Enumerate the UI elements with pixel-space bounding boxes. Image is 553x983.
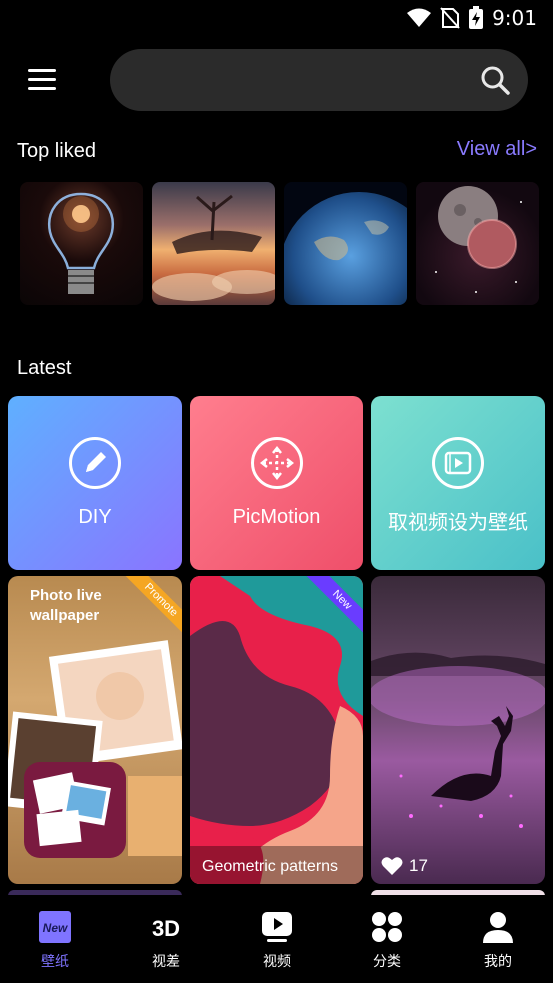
menu-button[interactable] bbox=[26, 67, 60, 93]
svg-text:New: New bbox=[43, 921, 68, 935]
latest-title: Latest bbox=[17, 357, 72, 379]
wallpaper-thumb-floating-islands[interactable] bbox=[152, 182, 275, 305]
video-wallpaper-tile[interactable]: 取视频设为壁纸 bbox=[371, 396, 545, 570]
deer-wallpaper-card[interactable]: 17 bbox=[371, 576, 545, 884]
earth-image bbox=[284, 192, 407, 305]
play-video-icon bbox=[262, 912, 292, 942]
planets-image bbox=[435, 186, 522, 293]
tab-parallax-label: 视差 bbox=[152, 953, 180, 969]
tab-video[interactable]: 视频 bbox=[237, 909, 317, 971]
tab-video-label: 视频 bbox=[263, 953, 291, 969]
wifi-icon bbox=[407, 8, 432, 27]
picmotion-tile[interactable]: PicMotion bbox=[190, 396, 363, 570]
geometric-image bbox=[190, 576, 363, 884]
tab-category-label: 分类 bbox=[373, 953, 401, 969]
bottom-tab-bar: New 壁纸 3D 视差 视频 分类 我的 bbox=[0, 895, 553, 983]
photo-collage-image bbox=[8, 640, 182, 858]
tab-profile-label: 我的 bbox=[484, 953, 512, 969]
new-badge-icon: New bbox=[39, 911, 71, 943]
status-icons: 9:01 bbox=[406, 6, 537, 30]
photo-live-wallpaper-card[interactable]: Photo live wallpaper Promote bbox=[8, 576, 182, 884]
pencil-icon bbox=[69, 437, 121, 489]
no-sim-icon bbox=[440, 7, 460, 29]
diy-tile[interactable]: DIY bbox=[8, 396, 182, 570]
search-bar[interactable] bbox=[110, 49, 528, 111]
wallpaper-thumb-planets[interactable] bbox=[416, 182, 539, 305]
status-time: 9:01 bbox=[492, 6, 537, 30]
geometric-caption: Geometric patterns bbox=[202, 858, 339, 875]
tab-wallpaper-label: 壁纸 bbox=[41, 953, 69, 969]
search-input[interactable] bbox=[134, 63, 458, 99]
video-wallpaper-label: 取视频设为壁纸 bbox=[388, 512, 528, 534]
tab-profile[interactable]: 我的 bbox=[458, 909, 538, 971]
lightbulb-image bbox=[48, 192, 114, 294]
svg-text:3D: 3D bbox=[152, 916, 180, 941]
diy-label: DIY bbox=[78, 506, 112, 528]
geometric-patterns-card[interactable]: New Geometric patterns bbox=[190, 576, 363, 884]
view-all-link[interactable]: View all> bbox=[457, 138, 537, 161]
tab-wallpaper[interactable]: New 壁纸 bbox=[15, 909, 95, 971]
top-bar bbox=[0, 45, 553, 115]
move-arrows-icon bbox=[250, 437, 303, 489]
status-bar: 9:01 bbox=[0, 0, 553, 38]
tab-parallax[interactable]: 3D 视差 bbox=[126, 909, 206, 971]
category-grid-icon bbox=[372, 912, 402, 942]
video-film-icon bbox=[432, 437, 484, 489]
likes-count: 17 bbox=[409, 856, 428, 875]
top-liked-title: Top liked bbox=[17, 140, 96, 162]
likes-indicator[interactable]: 17 bbox=[381, 856, 428, 876]
deer-image bbox=[371, 652, 545, 828]
search-icon[interactable] bbox=[480, 65, 510, 95]
wallpaper-thumb-lightbulb[interactable] bbox=[20, 182, 143, 305]
battery-charging-icon bbox=[469, 6, 484, 29]
tab-category[interactable]: 分类 bbox=[347, 909, 427, 971]
wallpaper-thumb-earth[interactable] bbox=[284, 182, 407, 305]
picmotion-label: PicMotion bbox=[232, 506, 321, 528]
user-icon bbox=[483, 912, 513, 943]
heart-icon bbox=[381, 857, 403, 875]
3d-icon: 3D bbox=[152, 916, 180, 941]
islands-image bbox=[152, 194, 275, 301]
top-liked-row bbox=[20, 182, 540, 306]
